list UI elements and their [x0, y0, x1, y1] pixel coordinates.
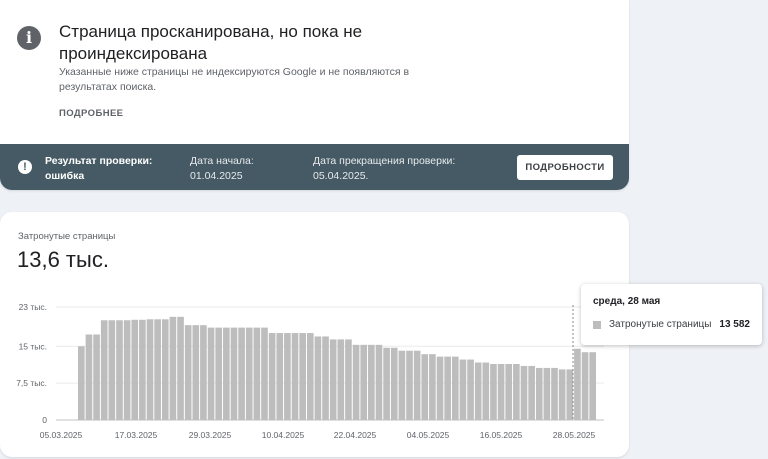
chart-bar [161, 319, 169, 420]
x-tick-label: 05.03.2025 [40, 430, 83, 440]
x-tick-label: 16.05.2025 [480, 430, 523, 440]
chart-bar [314, 336, 322, 420]
chart-bar [421, 354, 429, 420]
chart-bar [375, 344, 383, 420]
x-tick-label: 28.05.2025 [553, 430, 596, 440]
chart-bar [116, 320, 123, 420]
x-tick-label: 17.03.2025 [115, 430, 158, 440]
chart-bar [284, 333, 291, 420]
chart-bar [322, 336, 329, 420]
chart-bar [497, 363, 505, 420]
chart-bar [345, 339, 352, 420]
chart-bar [398, 350, 406, 420]
chart-bar [85, 334, 93, 420]
chart-bar [581, 352, 589, 420]
chart-bar [291, 333, 299, 420]
chart-bar [215, 327, 223, 420]
chart-bar [406, 350, 413, 420]
chart-bar [436, 356, 444, 420]
chart-bar [245, 327, 253, 420]
chart-bar [93, 334, 100, 420]
tooltip-series-swatch [593, 321, 601, 329]
chart-bar [520, 365, 528, 420]
chart-bar [146, 319, 154, 420]
chart-bar [131, 319, 139, 420]
validation-status: Результат проверки: ошибка [45, 155, 153, 182]
chart-bar [139, 319, 146, 420]
chart-bar [169, 316, 177, 420]
chart-card: Затронутые страницы 13,6 тыс. 0 7,5 тыс. 1… [0, 212, 629, 457]
tooltip-series-name: Затронутые страницы [609, 319, 712, 330]
chart-bar [368, 344, 375, 420]
chart-bar [467, 359, 474, 420]
chart-bar [78, 346, 85, 420]
chart-bar [589, 352, 596, 420]
chart-bar [383, 347, 390, 420]
chart-bar [253, 327, 261, 420]
details-button[interactable]: ПОДРОБНОСТИ [517, 155, 613, 180]
chart-bar [474, 362, 482, 420]
info-icon: i [17, 26, 41, 50]
validation-banner: ! Результат проверки: ошибка Дата начала… [0, 144, 629, 190]
y-tick-label: 15 тыс. [19, 341, 47, 351]
affected-pages-chart[interactable]: 0 7,5 тыс. 15 тыс. 23 тыс. 05.03.2025 17.03.2… [0, 212, 629, 457]
chart-bar [329, 339, 337, 420]
chart-bar [238, 327, 245, 420]
x-tick-label: 04.05.2025 [407, 430, 450, 440]
chart-bar [528, 365, 535, 420]
learn-more-link[interactable]: ПОДРОБНЕЕ [59, 108, 123, 119]
tooltip-value: 13 582 [719, 319, 750, 330]
chart-bar [513, 363, 520, 420]
chart-bar [543, 367, 551, 420]
y-tick-label: 23 тыс. [19, 302, 47, 312]
chart-bar [390, 347, 398, 420]
issue-card: i Страница просканирована, но пока не пр… [0, 0, 629, 190]
chart-bar [108, 320, 116, 420]
chart-bar [261, 327, 268, 420]
chart-bar [276, 333, 284, 420]
chart-bar [459, 359, 467, 420]
x-tick-label: 29.03.2025 [189, 430, 232, 440]
chart-bar [223, 327, 230, 420]
chart-bar [100, 320, 108, 420]
chart-bar [566, 369, 574, 420]
chart-bar [337, 339, 345, 420]
y-tick-label: 0 [42, 415, 47, 425]
chart-bar [230, 327, 238, 420]
chart-bar [482, 362, 490, 420]
chart-bar [574, 348, 581, 420]
chart-bar [123, 320, 131, 420]
chart-bar [444, 356, 451, 420]
chart-bar [207, 327, 215, 420]
chart-bar [505, 363, 513, 420]
issue-description: Указанные ниже страницы не индексируются… [59, 66, 410, 93]
x-tick-label: 22.04.2025 [334, 430, 377, 440]
chart-bar [177, 316, 184, 420]
chart-bar [352, 344, 360, 420]
chart-bar [360, 344, 368, 420]
chart-bar [551, 367, 558, 420]
validation-end-date: Дата прекращения проверки: 05.04.2025. [313, 155, 456, 182]
validation-start-date: Дата начала: 01.04.2025 [190, 155, 254, 182]
chart-tooltip: среда, 28 мая Затронутые страницы 13 582 [581, 284, 762, 345]
chart-bar [451, 356, 459, 420]
tooltip-date: среда, 28 мая [593, 296, 661, 307]
chart-bar [306, 333, 314, 420]
chart-bar [299, 333, 306, 420]
chart-bar [490, 363, 497, 420]
alert-icon: ! [18, 160, 32, 174]
chart-bar [429, 354, 436, 420]
chart-bar [413, 350, 421, 420]
chart-bar [192, 325, 200, 420]
chart-bar [535, 367, 543, 420]
chart-bar [154, 319, 161, 420]
chart-bar [184, 325, 192, 420]
issue-title: Страница просканирована, но пока не прои… [59, 22, 363, 63]
chart-bar [200, 325, 207, 420]
x-tick-label: 10.04.2025 [262, 430, 305, 440]
y-tick-label: 7,5 тыс. [16, 378, 47, 388]
chart-bar [558, 369, 566, 420]
chart-bar [268, 333, 276, 420]
